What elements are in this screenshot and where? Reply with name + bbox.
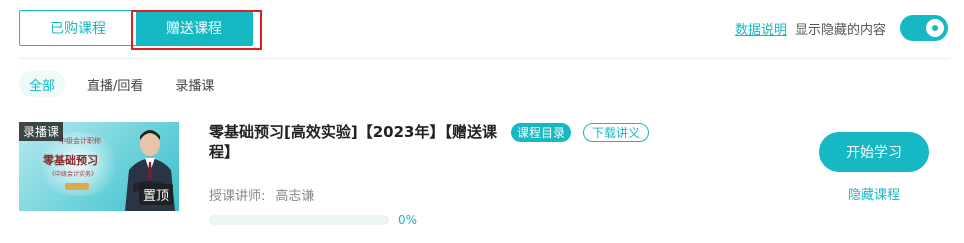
start-learning-button[interactable]: 开始学习 <box>819 132 929 172</box>
teacher-name: 高志谦 <box>275 189 315 204</box>
toggle-knob <box>926 19 944 37</box>
course-type-tabs: 已购课程 赠送课程 <box>19 10 253 46</box>
thumbnail-course-name: 《中级会计实务》 <box>49 171 98 178</box>
course-catalog-tag[interactable]: 课程目录 <box>511 123 572 142</box>
filter-live-replay[interactable]: 直播/回看 <box>77 71 153 97</box>
hide-course-link[interactable]: 隐藏课程 <box>819 184 929 203</box>
pinned-badge: 置顶 <box>138 184 173 205</box>
top-right-controls: 数据说明 显示隐藏的内容 <box>735 14 948 42</box>
tab-gifted-courses[interactable]: 赠送课程 <box>136 11 252 45</box>
show-hidden-toggle[interactable] <box>900 15 948 41</box>
teacher-label: 授课讲师: <box>209 189 266 204</box>
teacher-info: 授课讲师: 高志谦 <box>209 185 314 204</box>
progress-bar <box>209 215 389 225</box>
data-explanation-link[interactable]: 数据说明 <box>735 19 787 38</box>
progress-percent: 0% <box>398 213 418 227</box>
show-hidden-label: 显示隐藏的内容 <box>794 22 886 38</box>
recorded-badge: 录播课 <box>19 122 64 141</box>
course-thumbnail[interactable]: 中级会计职称 零基础预习 《中级会计实务》 录播课 置顶 <box>19 122 179 211</box>
course-title[interactable]: 零基础预习[高效实验]【2023年】【赠送课程】 <box>209 122 497 162</box>
divider <box>19 58 950 59</box>
thumbnail-title: 零基础预习 <box>43 154 98 167</box>
thumbnail-teacher-pill <box>65 183 89 190</box>
course-filter-tabs: 全部 直播/回看 录播课 <box>19 71 236 97</box>
thumbnail-subtitle: 中级会计职称 <box>59 137 101 145</box>
filter-all[interactable]: 全部 <box>19 71 66 97</box>
filter-recorded[interactable]: 录播课 <box>165 71 224 97</box>
download-handout-tag[interactable]: 下载讲义 <box>583 123 650 142</box>
tab-purchased-courses[interactable]: 已购课程 <box>20 11 136 45</box>
